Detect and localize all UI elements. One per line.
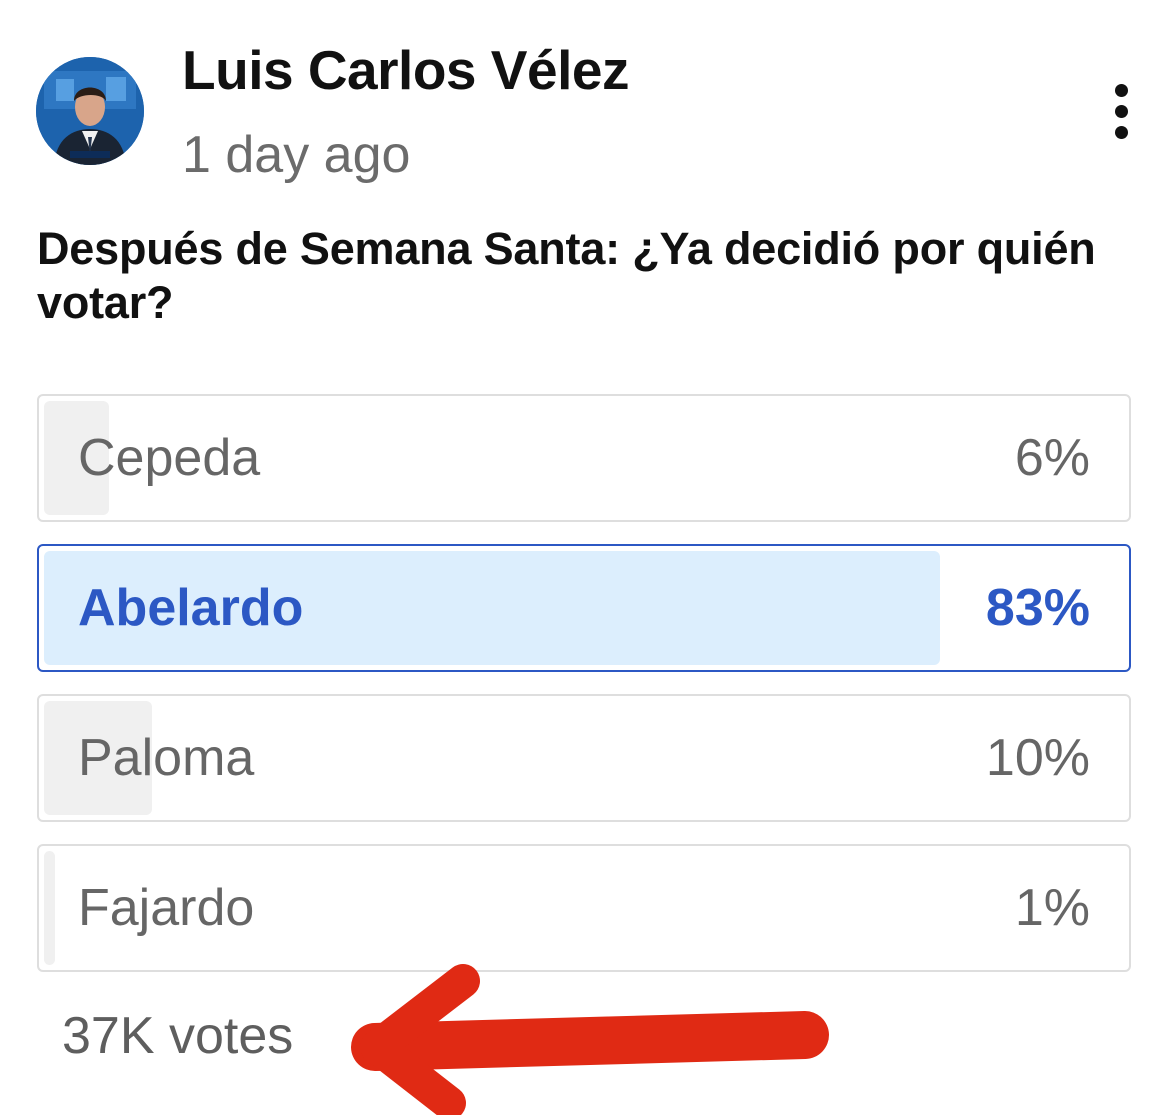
poll-option-label: Cepeda bbox=[78, 429, 261, 487]
poll-option-percent: 10% bbox=[985, 729, 1090, 787]
poll-option-percent: 1% bbox=[1014, 879, 1090, 937]
poll-option-cepeda[interactable]: Cepeda 6% bbox=[37, 394, 1131, 522]
poll-option-percent: 6% bbox=[1014, 429, 1090, 487]
avatar-photo-icon bbox=[36, 57, 144, 165]
post-timestamp: 1 day ago bbox=[182, 126, 411, 184]
poll-option-fajardo[interactable]: Fajardo 1% bbox=[37, 844, 1131, 972]
poll-option-label: Fajardo bbox=[78, 879, 255, 937]
poll-option-paloma[interactable]: Paloma 10% bbox=[37, 694, 1131, 822]
poll-option-abelardo[interactable]: Abelardo 83% bbox=[37, 544, 1131, 672]
poll-question: Después de Semana Santa: ¿Ya decidió por… bbox=[37, 223, 1096, 328]
poll-option-label: Abelardo bbox=[78, 579, 304, 637]
more-options-icon[interactable] bbox=[1106, 84, 1138, 140]
poll-option-fill bbox=[44, 851, 55, 965]
vote-count: 37K votes bbox=[62, 1007, 294, 1065]
author-name[interactable]: Luis Carlos Vélez bbox=[182, 38, 629, 102]
author-avatar[interactable] bbox=[36, 57, 144, 165]
poll-option-percent: 83% bbox=[985, 579, 1090, 637]
red-arrow-annotation bbox=[351, 964, 829, 1115]
poll-option-label: Paloma bbox=[78, 729, 255, 787]
